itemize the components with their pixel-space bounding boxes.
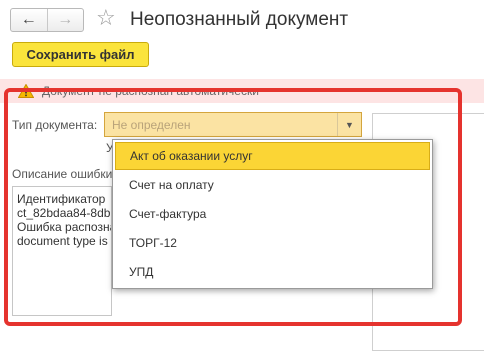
navigation-buttons: ← → xyxy=(10,8,84,32)
doc-type-dropdown-list: Акт об оказании услуг Счет на оплату Сче… xyxy=(112,139,433,289)
page-title: Неопознанный документ xyxy=(130,9,349,30)
error-line: ct_82bdaa84-8db xyxy=(17,206,111,220)
dropdown-option-invoice[interactable]: Счет на оплату xyxy=(115,171,430,199)
doc-type-value: Не определен xyxy=(112,118,191,132)
dropdown-option-torg12[interactable]: ТОРГ-12 xyxy=(115,229,430,257)
chevron-down-icon: ▼ xyxy=(345,119,354,130)
dropdown-arrow-button[interactable]: ▼ xyxy=(337,113,361,136)
back-button[interactable]: ← xyxy=(11,9,47,31)
dropdown-option-act[interactable]: Акт об оказании услуг xyxy=(115,142,430,170)
error-line: Идентификатор xyxy=(17,192,106,206)
star-icon[interactable]: ☆ xyxy=(96,6,116,30)
error-description-field[interactable]: Идентификатор ct_82bdaa84-8db Ошибка рас… xyxy=(12,186,112,316)
error-description-label: Описание ошибки xyxy=(12,167,113,181)
dropdown-option-upd[interactable]: УПД xyxy=(115,258,430,286)
dropdown-option-tax-invoice[interactable]: Счет-фактура xyxy=(115,200,430,228)
warning-icon xyxy=(18,84,34,98)
error-line: Ошибка распознав xyxy=(17,220,111,234)
arrow-right-icon: → xyxy=(57,11,74,28)
warning-text: Документ не распознан автоматически xyxy=(42,84,259,98)
doc-type-select[interactable]: Не определен ▼ xyxy=(104,112,362,137)
doc-type-label: Тип документа: xyxy=(12,118,98,132)
forward-button[interactable]: → xyxy=(46,9,84,31)
save-file-button[interactable]: Сохранить файл xyxy=(12,42,149,67)
arrow-left-icon: ← xyxy=(20,11,37,28)
error-line: document type is xyxy=(17,234,108,248)
